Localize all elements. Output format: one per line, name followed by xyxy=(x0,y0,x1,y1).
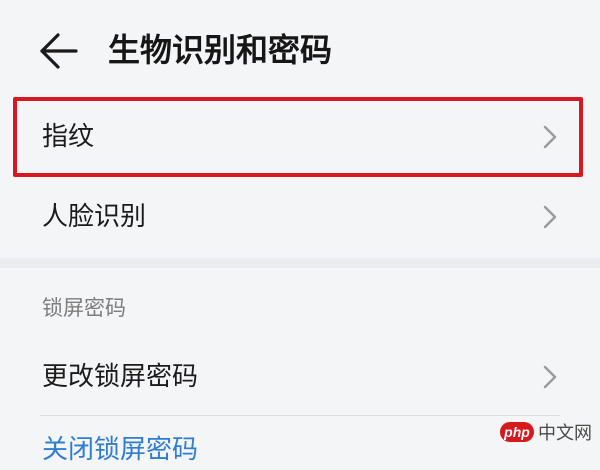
site-watermark: php 中文网 xyxy=(500,420,592,444)
section-separator xyxy=(0,258,600,268)
watermark-text: 中文网 xyxy=(538,423,592,444)
face-recognition-row[interactable]: 人脸识别 xyxy=(40,180,560,254)
php-logo-icon: php xyxy=(500,422,534,442)
change-lock-password-row[interactable]: 更改锁屏密码 xyxy=(40,340,560,414)
page-title: 生物识别和密码 xyxy=(108,31,333,69)
app-header: 生物识别和密码 xyxy=(0,0,600,100)
chevron-right-icon xyxy=(543,365,557,389)
change-lock-password-label: 更改锁屏密码 xyxy=(42,362,199,392)
back-button[interactable] xyxy=(38,30,80,72)
disable-lock-password-button[interactable]: 关闭锁屏密码 xyxy=(42,430,198,470)
highlight-frame xyxy=(13,97,583,177)
lock-screen-section-title: 锁屏密码 xyxy=(42,296,126,320)
back-arrow-icon xyxy=(40,33,78,69)
face-recognition-label: 人脸识别 xyxy=(42,202,147,232)
chevron-right-icon xyxy=(543,205,557,229)
row-divider xyxy=(40,415,560,416)
